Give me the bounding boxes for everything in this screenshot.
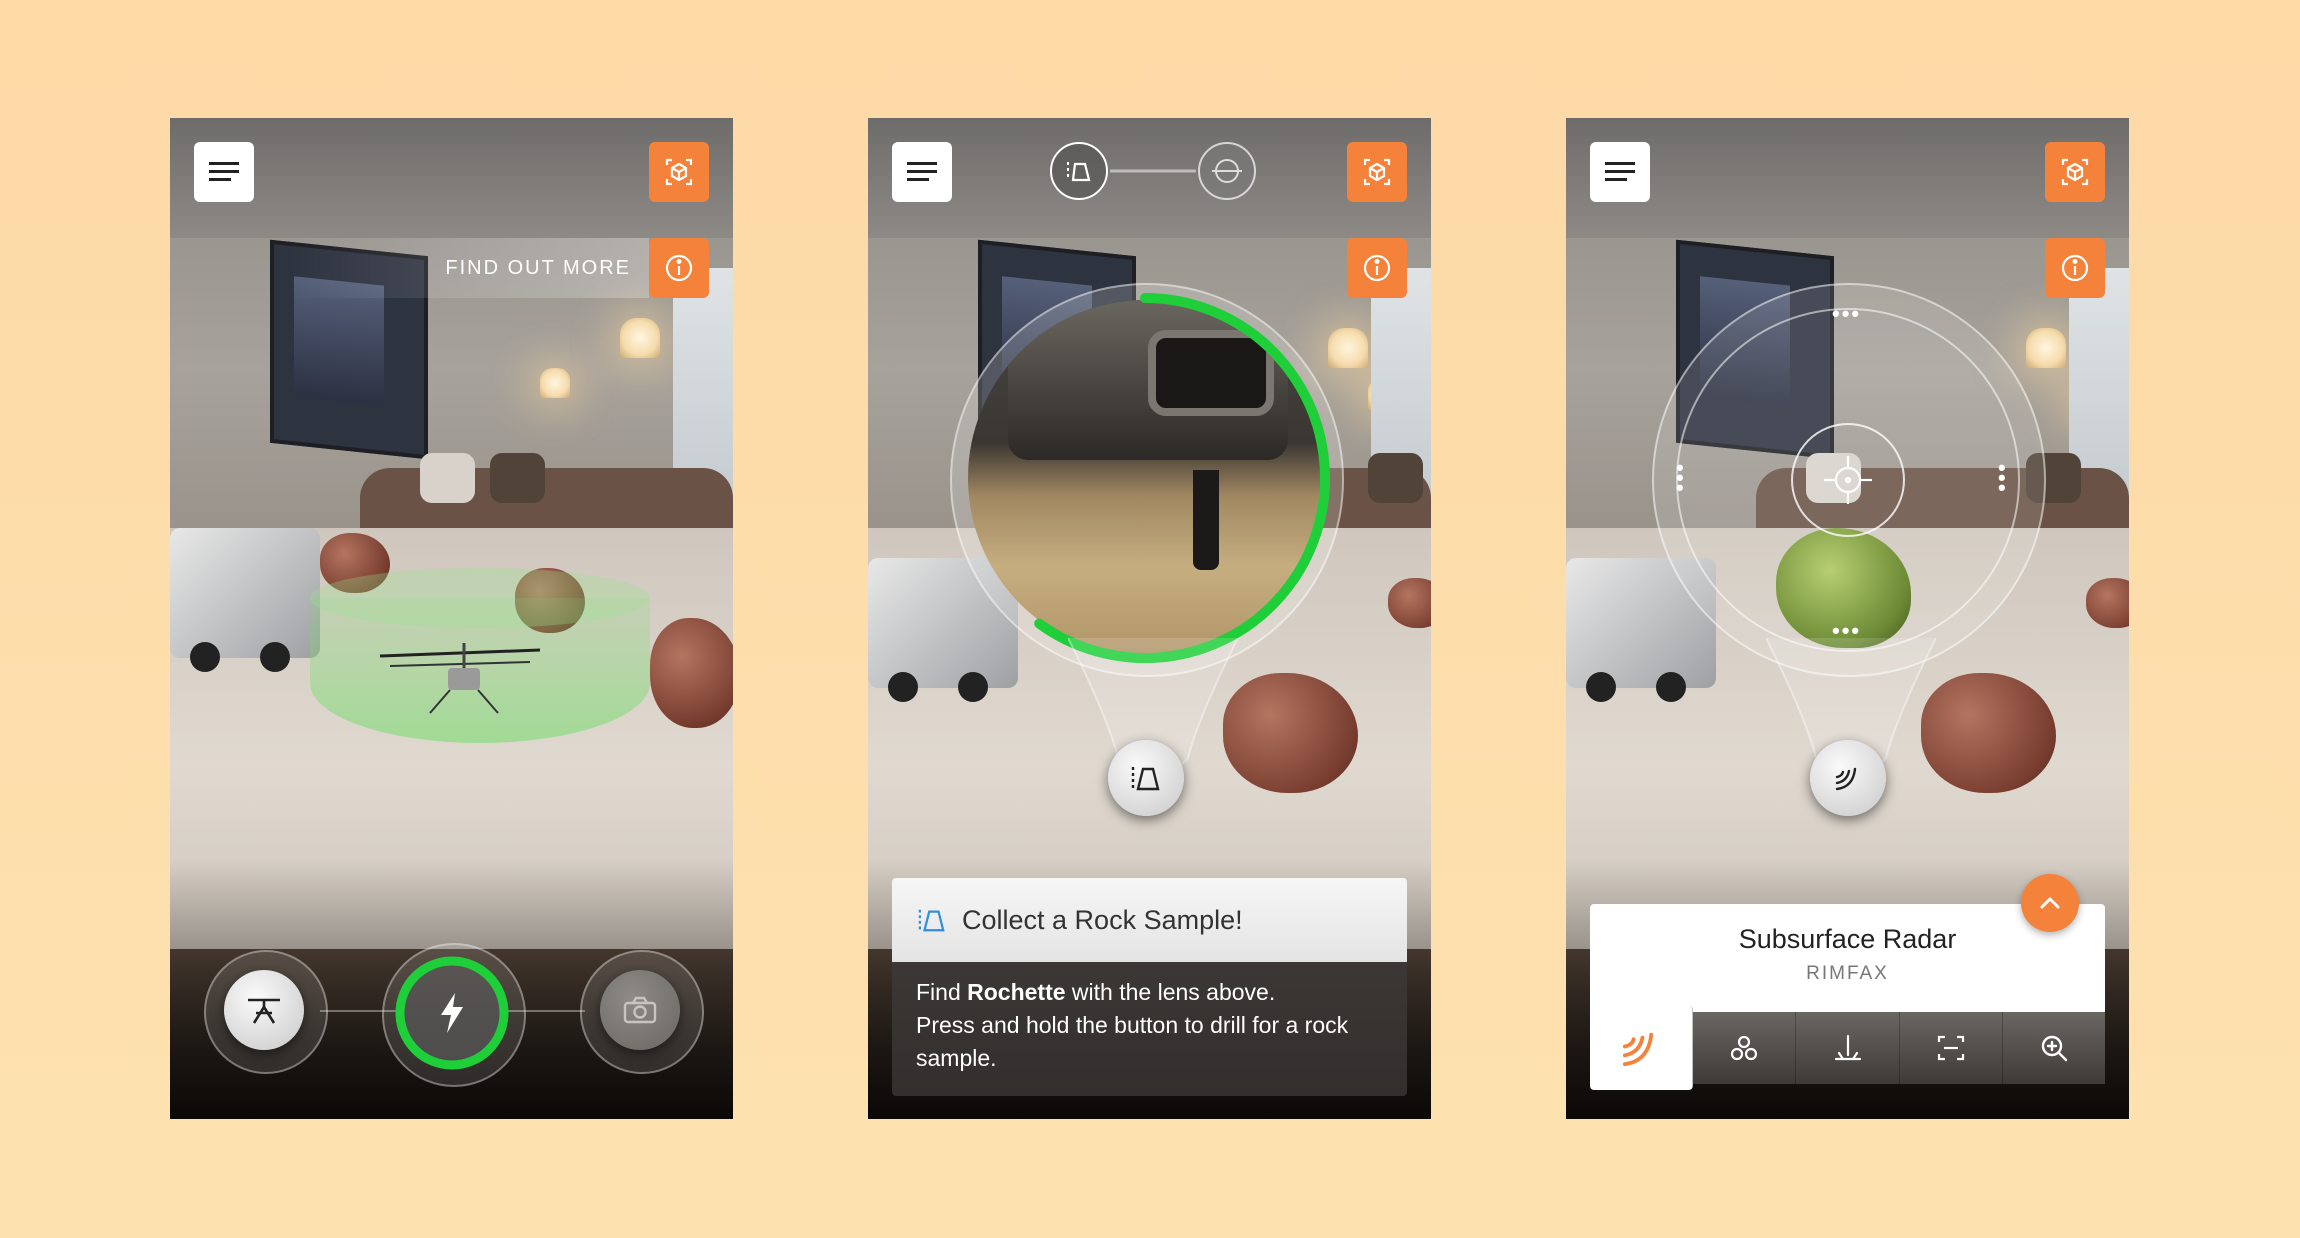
rock-model: [1921, 673, 2056, 793]
ar-view-button[interactable]: [649, 142, 709, 202]
target-crosshair-icon: [1824, 456, 1872, 504]
info-icon: [2061, 254, 2089, 282]
rover-model: [170, 528, 320, 672]
zoom-in-icon: [2041, 1035, 2068, 1062]
expand-card-button[interactable]: [2021, 874, 2079, 932]
lightning-bolt-icon: [441, 993, 463, 1033]
drill-button[interactable]: [1108, 740, 1184, 816]
ar-view-button[interactable]: [1347, 142, 1407, 202]
info-button[interactable]: [1347, 238, 1407, 298]
tab-drill[interactable]: [1796, 1012, 1900, 1084]
molecules-icon: [1731, 1035, 1758, 1061]
mission-card-header: Collect a Rock Sample!: [892, 878, 1407, 962]
more-dots-icon: •••: [1832, 301, 1862, 326]
screen-drill-sample: Collect a Rock Sample! Find Rochette wit…: [868, 118, 1431, 1119]
helicopter-icon: [248, 998, 280, 1024]
drill-sample-icon: [918, 909, 945, 932]
camera-icon: [623, 996, 657, 1024]
mission-card: Collect a Rock Sample! Find Rochette wit…: [892, 878, 1407, 1096]
ar-cube-icon: [1363, 158, 1391, 186]
step-tracker: [1050, 142, 1256, 200]
info-icon: [1363, 254, 1391, 282]
menu-button[interactable]: [1590, 142, 1650, 202]
mission-title: Collect a Rock Sample!: [962, 904, 1243, 935]
radar-scan-button[interactable]: [1810, 740, 1886, 816]
instrument-tabs: [1590, 1006, 2106, 1090]
more-dots-icon: •••: [1676, 455, 1686, 500]
instruction-text: with the lens above.: [1065, 979, 1276, 1005]
camera-button[interactable]: [600, 970, 680, 1050]
tab-radar[interactable]: [1590, 1006, 1694, 1090]
more-dots-icon: •••: [1998, 455, 2008, 500]
hamburger-menu-icon: [907, 162, 937, 181]
step-drill-icon: [1050, 142, 1108, 200]
mission-instructions: Find Rochette with the lens above. Press…: [892, 962, 1407, 1096]
drill-progress-arc: [1034, 293, 1330, 663]
radar-waves-icon: [1623, 1032, 1654, 1067]
drill-down-icon: [1834, 1034, 1861, 1061]
fly-button[interactable]: [432, 993, 472, 1033]
info-icon: [665, 254, 693, 282]
radar-crosshair: [1791, 423, 1905, 537]
menu-button[interactable]: [194, 142, 254, 202]
tab-molecules[interactable]: [1693, 1012, 1797, 1084]
tab-scan[interactable]: [1899, 1012, 2003, 1084]
instrument-title: Subsurface Radar: [1738, 924, 1957, 954]
rock-model: [1223, 673, 1358, 793]
chevron-up-icon: [2040, 896, 2060, 909]
tab-zoom[interactable]: [2002, 1012, 2106, 1084]
drill-sample-icon: [1131, 767, 1160, 791]
hamburger-menu-icon: [1605, 162, 1635, 181]
hamburger-menu-icon: [209, 162, 239, 181]
scan-frame-icon: [1937, 1035, 1964, 1061]
info-button[interactable]: [2045, 238, 2105, 298]
menu-button[interactable]: [892, 142, 952, 202]
instrument-subtitle: RIMFAX: [1806, 963, 1889, 984]
rock-model: [650, 618, 733, 728]
find-out-more-label[interactable]: FIND OUT MORE: [289, 238, 649, 298]
helicopter-model: [380, 643, 540, 714]
instruction-text: Press and hold the button to drill for a…: [916, 1012, 1349, 1071]
target-rock-name: Rochette: [967, 979, 1066, 1005]
instruction-text: Find: [916, 979, 968, 1005]
ar-view-button[interactable]: [2045, 142, 2105, 202]
helicopter-mode-button[interactable]: [224, 970, 304, 1050]
screen-helicopter: FIND OUT MORE: [170, 118, 733, 1119]
ar-cube-icon: [2061, 158, 2089, 186]
info-button[interactable]: [649, 238, 709, 298]
step-target-icon: [1198, 142, 1256, 200]
screen-radar: ••• ••• • • • • • • Subsurface Radar RIMFAX: [1566, 118, 2129, 1119]
radar-waves-icon: [1835, 767, 1857, 791]
ar-cube-icon: [665, 158, 693, 186]
